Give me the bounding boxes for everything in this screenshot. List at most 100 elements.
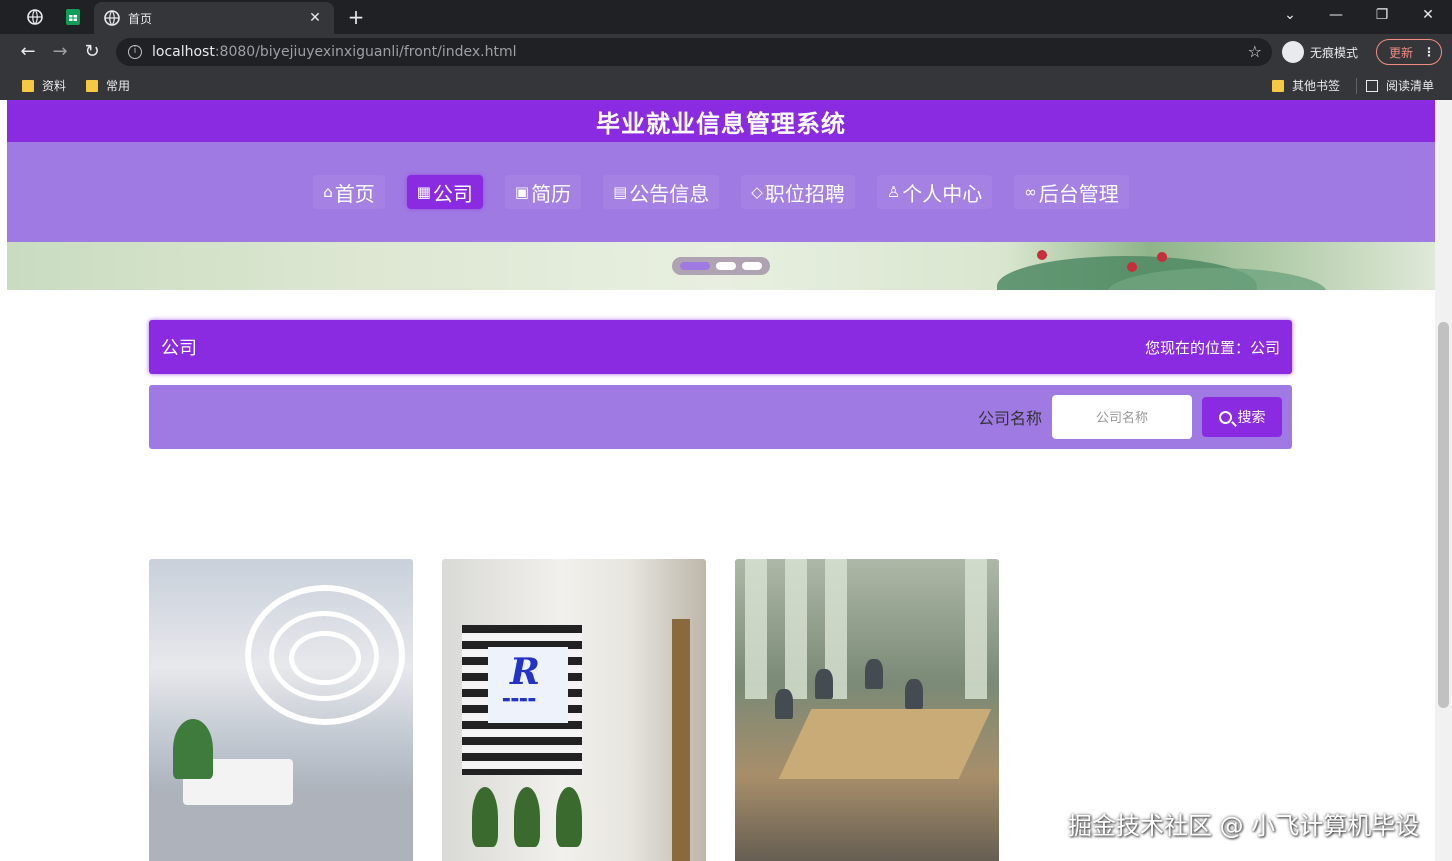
- incognito-icon: [1282, 41, 1304, 63]
- banner-blossom: [1127, 262, 1137, 272]
- page-scrollbar[interactable]: [1435, 100, 1452, 861]
- reading-list[interactable]: 阅读清单: [1366, 77, 1434, 94]
- tab-title: 首页: [128, 11, 153, 26]
- plant: [472, 787, 498, 847]
- home-icon: ⌂: [323, 183, 333, 201]
- company-logo: R: [510, 651, 540, 693]
- search-panel: 公司名称 搜索: [149, 385, 1292, 449]
- bookmark-star-icon[interactable]: ☆: [1248, 42, 1262, 61]
- plant: [556, 787, 582, 847]
- window: [965, 559, 987, 699]
- window: [785, 559, 807, 699]
- other-bookmarks[interactable]: 其他书签: [1272, 77, 1340, 94]
- nav-item-admin[interactable]: ∞ 后台管理: [1014, 175, 1129, 209]
- reading-list-icon: [1366, 79, 1378, 92]
- person: [815, 669, 833, 699]
- breadcrumb-location: 您现在的位置：公司: [1144, 338, 1280, 357]
- browser-toolbar: ← → ↻ i localhost:8080/biyejiuyexinxigua…: [0, 34, 1452, 70]
- tab-close-icon[interactable]: ✕: [306, 10, 324, 26]
- company-name-input[interactable]: [1052, 395, 1192, 439]
- sheets-tab[interactable]: [58, 4, 88, 30]
- globe-icon: [104, 10, 120, 26]
- nav-item-profile[interactable]: ♙ 个人中心: [876, 175, 993, 209]
- page-viewport: 毕业就业信息管理系统 ⌂ 首页 ▦ 公司 ▣ 简历 ▤ 公告信息 ◇ 职位招聘 …: [7, 100, 1435, 861]
- sheets-icon: [66, 9, 80, 25]
- address-bar[interactable]: i localhost:8080/biyejiuyexinxiguanli/fr…: [116, 38, 1272, 66]
- nav-item-jobs[interactable]: ◇ 职位招聘: [741, 175, 855, 209]
- reload-icon[interactable]: ↻: [80, 40, 104, 64]
- menu-dots-icon[interactable]: ⋮: [1423, 45, 1435, 59]
- nav-label: 职位招聘: [764, 181, 845, 206]
- bookmark-folder-changyong[interactable]: 常用: [86, 77, 130, 94]
- person: [905, 679, 923, 709]
- nav-label: 公司: [432, 181, 473, 206]
- url-host: localhost: [152, 44, 215, 60]
- search-icon: [1218, 410, 1232, 424]
- plant: [173, 719, 213, 779]
- tab-search-icon[interactable]: ⌄: [1268, 0, 1312, 30]
- tag-icon: ◇: [751, 183, 763, 201]
- reading-list-label: 阅读清单: [1386, 79, 1435, 93]
- carousel-dot[interactable]: [680, 262, 710, 270]
- search-label: 公司名称: [977, 409, 1042, 428]
- window: [745, 559, 767, 699]
- forward-arrow-icon[interactable]: →: [48, 40, 72, 64]
- nav-label: 首页: [334, 181, 375, 206]
- site-title: 毕业就业信息管理系统: [596, 109, 846, 138]
- ceiling-light: [289, 631, 361, 685]
- banner-blossom: [1157, 252, 1167, 262]
- folder-icon: [1272, 79, 1284, 92]
- folder-icon: [86, 79, 98, 92]
- office-table: [778, 709, 992, 779]
- bookmark-divider: [1356, 78, 1357, 94]
- watermark: 掘金技术社区 @ 小飞计算机毕设: [1068, 812, 1420, 840]
- company-card[interactable]: R ▬▬▬▬: [442, 559, 706, 861]
- user-icon: ♙: [886, 183, 901, 201]
- section-title: 公司: [161, 338, 197, 359]
- nav-label: 后台管理: [1038, 181, 1119, 206]
- breadcrumb: 公司 您现在的位置：公司: [149, 320, 1292, 374]
- restore-button[interactable]: ❐: [1360, 0, 1404, 30]
- nav-item-company[interactable]: ▦ 公司: [406, 175, 483, 209]
- scrollbar-thumb[interactable]: [1438, 322, 1449, 708]
- clipboard-icon: ▤: [613, 183, 628, 201]
- nav-label: 简历: [531, 181, 572, 206]
- incognito-label: 无痕模式: [1310, 45, 1359, 60]
- new-tab-button[interactable]: +: [344, 5, 368, 29]
- door: [672, 619, 690, 861]
- nav-label: 公告信息: [629, 181, 710, 206]
- close-window-button[interactable]: ✕: [1406, 0, 1450, 30]
- carousel-indicators: [672, 257, 770, 275]
- carousel-dot[interactable]: [716, 262, 736, 270]
- calendar-icon: ▦: [416, 183, 431, 201]
- bookmark-folder-ziliao[interactable]: 资料: [22, 77, 66, 94]
- gift-icon: ▣: [514, 183, 530, 201]
- browser-tab-strip: 首页 ✕ + ⌄ — ❐ ✕: [0, 0, 1452, 34]
- banner-blossom: [1037, 250, 1047, 260]
- carousel-dot[interactable]: [742, 262, 762, 270]
- url-path: :8080/biyejiuyexinxiguanli/front/index.h…: [214, 44, 517, 60]
- site-info-icon[interactable]: i: [128, 45, 142, 59]
- link-icon: ∞: [1024, 183, 1037, 201]
- nav-item-home[interactable]: ⌂ 首页: [313, 175, 385, 209]
- person: [775, 689, 793, 719]
- back-arrow-icon[interactable]: ←: [16, 40, 40, 64]
- nav-label: 个人中心: [902, 181, 983, 206]
- main-nav: ⌂ 首页 ▦ 公司 ▣ 简历 ▤ 公告信息 ◇ 职位招聘 ♙ 个人中心 ∞ 后台…: [7, 142, 1435, 242]
- nav-item-announcements[interactable]: ▤ 公告信息: [603, 175, 720, 209]
- incognito-indicator[interactable]: 无痕模式: [1282, 39, 1358, 65]
- banner-carousel: [7, 242, 1435, 290]
- folder-icon: [22, 79, 34, 92]
- bookmark-label: 常用: [106, 79, 131, 93]
- bookmarks-bar: 资料 常用 其他书签 阅读清单: [0, 70, 1452, 100]
- update-button[interactable]: 更新 ⋮: [1376, 39, 1442, 65]
- globe-tab[interactable]: [20, 4, 50, 30]
- search-button[interactable]: 搜索: [1202, 397, 1282, 437]
- globe-icon: [27, 9, 43, 25]
- company-card[interactable]: [735, 559, 999, 861]
- company-card[interactable]: [149, 559, 413, 861]
- minimize-button[interactable]: —: [1314, 0, 1358, 30]
- nav-item-resume[interactable]: ▣ 简历: [504, 175, 582, 209]
- active-tab[interactable]: 首页 ✕: [94, 2, 334, 34]
- search-button-label: 搜索: [1237, 410, 1266, 426]
